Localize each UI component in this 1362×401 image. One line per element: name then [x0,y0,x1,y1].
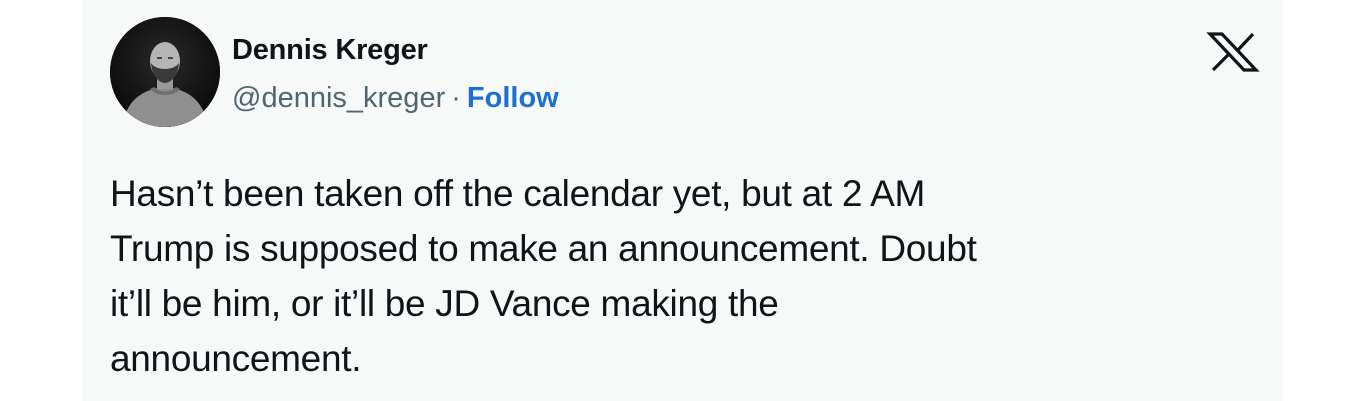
tweet-line: it’ll be him, or it’ll be JD Vance makin… [110,283,779,324]
author-handle-row: @dennis_kreger · Follow [232,82,559,115]
tweet-text: Hasn’t been taken off the calendar yet, … [110,166,1230,386]
tweet-card: Dennis Kreger @dennis_kreger · Follow Hasn… [82,0,1282,401]
follow-button[interactable]: Follow [467,82,559,114]
tweet-line: Trump is supposed to make an announcemen… [110,228,977,269]
author-name[interactable]: Dennis Kreger [232,34,428,67]
x-logo-icon[interactable] [1204,32,1262,72]
avatar-photo [110,17,220,127]
x-logo-glyph [1206,32,1260,72]
avatar[interactable] [110,17,220,127]
separator-dot: · [451,82,461,114]
tweet-line: Hasn’t been taken off the calendar yet, … [110,173,925,214]
author-handle[interactable]: @dennis_kreger [232,82,445,114]
tweet-line: announcement. [110,338,362,379]
